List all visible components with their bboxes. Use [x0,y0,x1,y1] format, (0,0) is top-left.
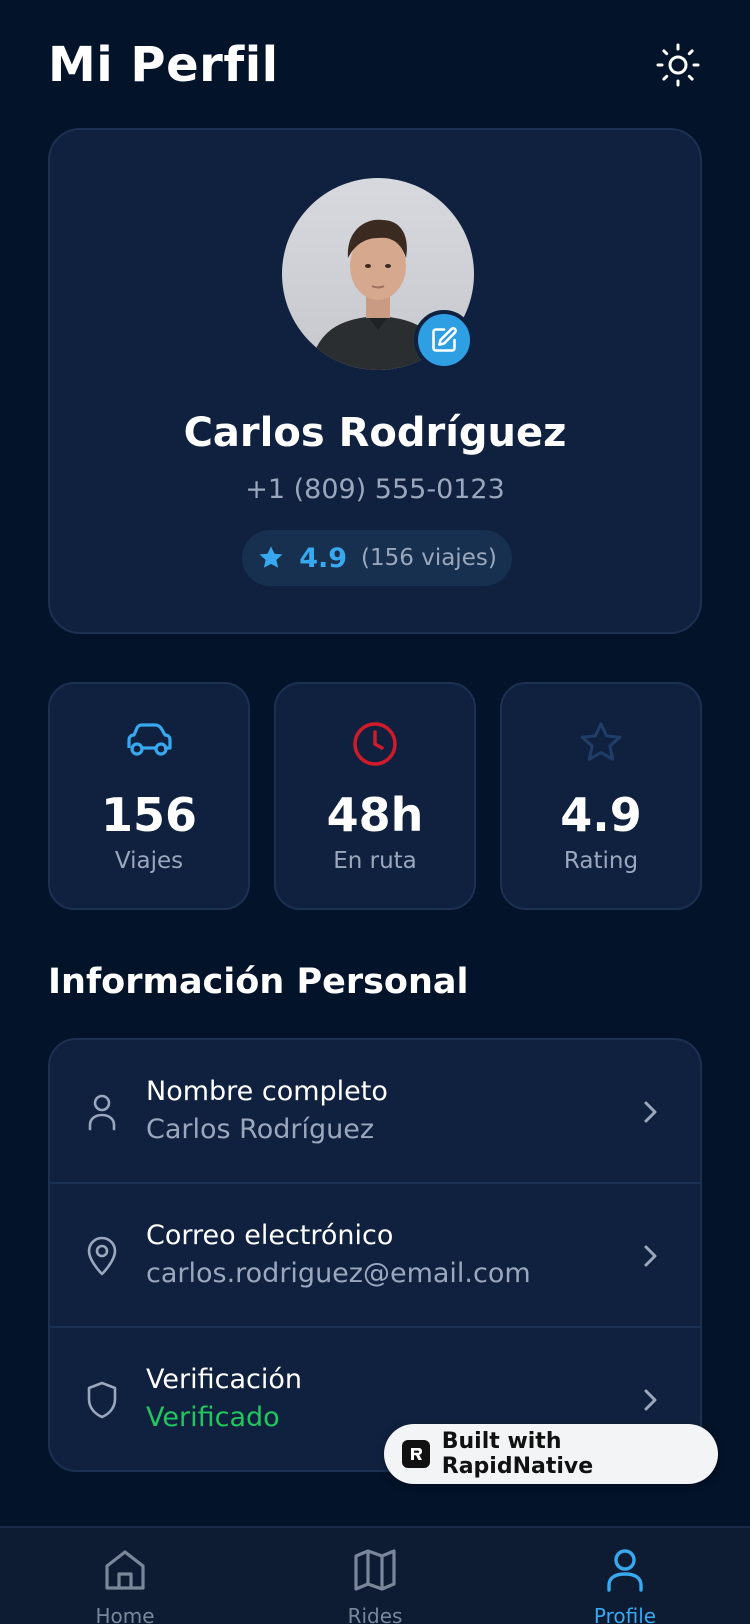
info-row-name[interactable]: Nombre completo Carlos Rodríguez [50,1040,700,1184]
header: Mi Perfil [48,30,702,100]
sun-icon [656,43,700,87]
car-icon [127,723,172,756]
rating-badge: 4.9 (156 viajes) [242,530,512,586]
star-icon [580,722,622,761]
info-label: Nombre completo [146,1076,388,1107]
chevron-right-icon [644,1101,657,1123]
stat-card-trips: 156 Viajes [48,682,250,910]
stat-value: 156 [100,788,198,842]
chevron-right-icon [644,1389,657,1411]
verification-status: Verificado [146,1402,280,1433]
stats-row: 156 Viajes 48h En ruta 4.9 Rating [48,682,702,910]
star-filled-icon [259,546,283,568]
info-label: Verificación [146,1364,302,1395]
nav-item-home[interactable]: Home [45,1528,205,1624]
edit-icon [432,327,457,352]
shield-icon [87,1381,117,1419]
stat-label: En ruta [333,848,417,874]
stat-value: 48h [326,788,424,842]
stat-label: Viajes [114,848,184,874]
nav-label: Rides [347,1604,403,1624]
nav-item-profile[interactable]: Profile [545,1528,705,1624]
user-phone: +1 (809) 555-0123 [245,474,505,505]
avatar-wrapper [282,178,474,370]
built-with-text: Built with RapidNative [441,1429,594,1479]
profile-screen: Mi Perfil Carlos Rodríguez +1 (809) 555-… [0,0,750,1624]
rapidnative-logo-icon [402,1440,430,1468]
rating-value: 4.9 [299,542,348,574]
stat-card-rating: 4.9 Rating [500,682,702,910]
user-name: Carlos Rodríguez [183,410,567,456]
edit-avatar-button[interactable] [414,310,474,370]
stat-value: 4.9 [560,788,642,842]
info-row-email[interactable]: Correo electrónico carlos.rodriguez@emai… [50,1184,700,1328]
home-icon [105,1550,145,1590]
profile-card: Carlos Rodríguez +1 (809) 555-0123 4.9 (… [48,128,702,634]
location-pin-icon [87,1236,117,1276]
stat-card-hours: 48h En ruta [274,682,476,910]
clock-icon [353,722,397,766]
page-title: Mi Perfil [48,37,279,93]
nav-label: Profile [593,1604,657,1624]
bottom-navigation: Home Rides Profile [0,1526,750,1624]
theme-toggle-button[interactable] [654,41,702,89]
personal-info-list: Nombre completo Carlos Rodríguez Correo … [48,1038,702,1472]
trips-count: (156 viajes) [361,545,497,571]
info-label: Correo electrónico [146,1220,394,1251]
nav-item-rides[interactable]: Rides [295,1528,455,1624]
chevron-right-icon [644,1245,657,1267]
info-value: carlos.rodriguez@email.com [146,1258,531,1289]
profile-icon [607,1549,643,1592]
section-title: Información Personal [48,962,469,1002]
built-with-badge[interactable]: Built with RapidNative [384,1424,718,1484]
user-icon [88,1094,116,1131]
info-value: Carlos Rodríguez [146,1114,375,1145]
stat-label: Rating [563,848,639,874]
nav-label: Home [95,1604,155,1624]
map-icon [354,1549,396,1591]
